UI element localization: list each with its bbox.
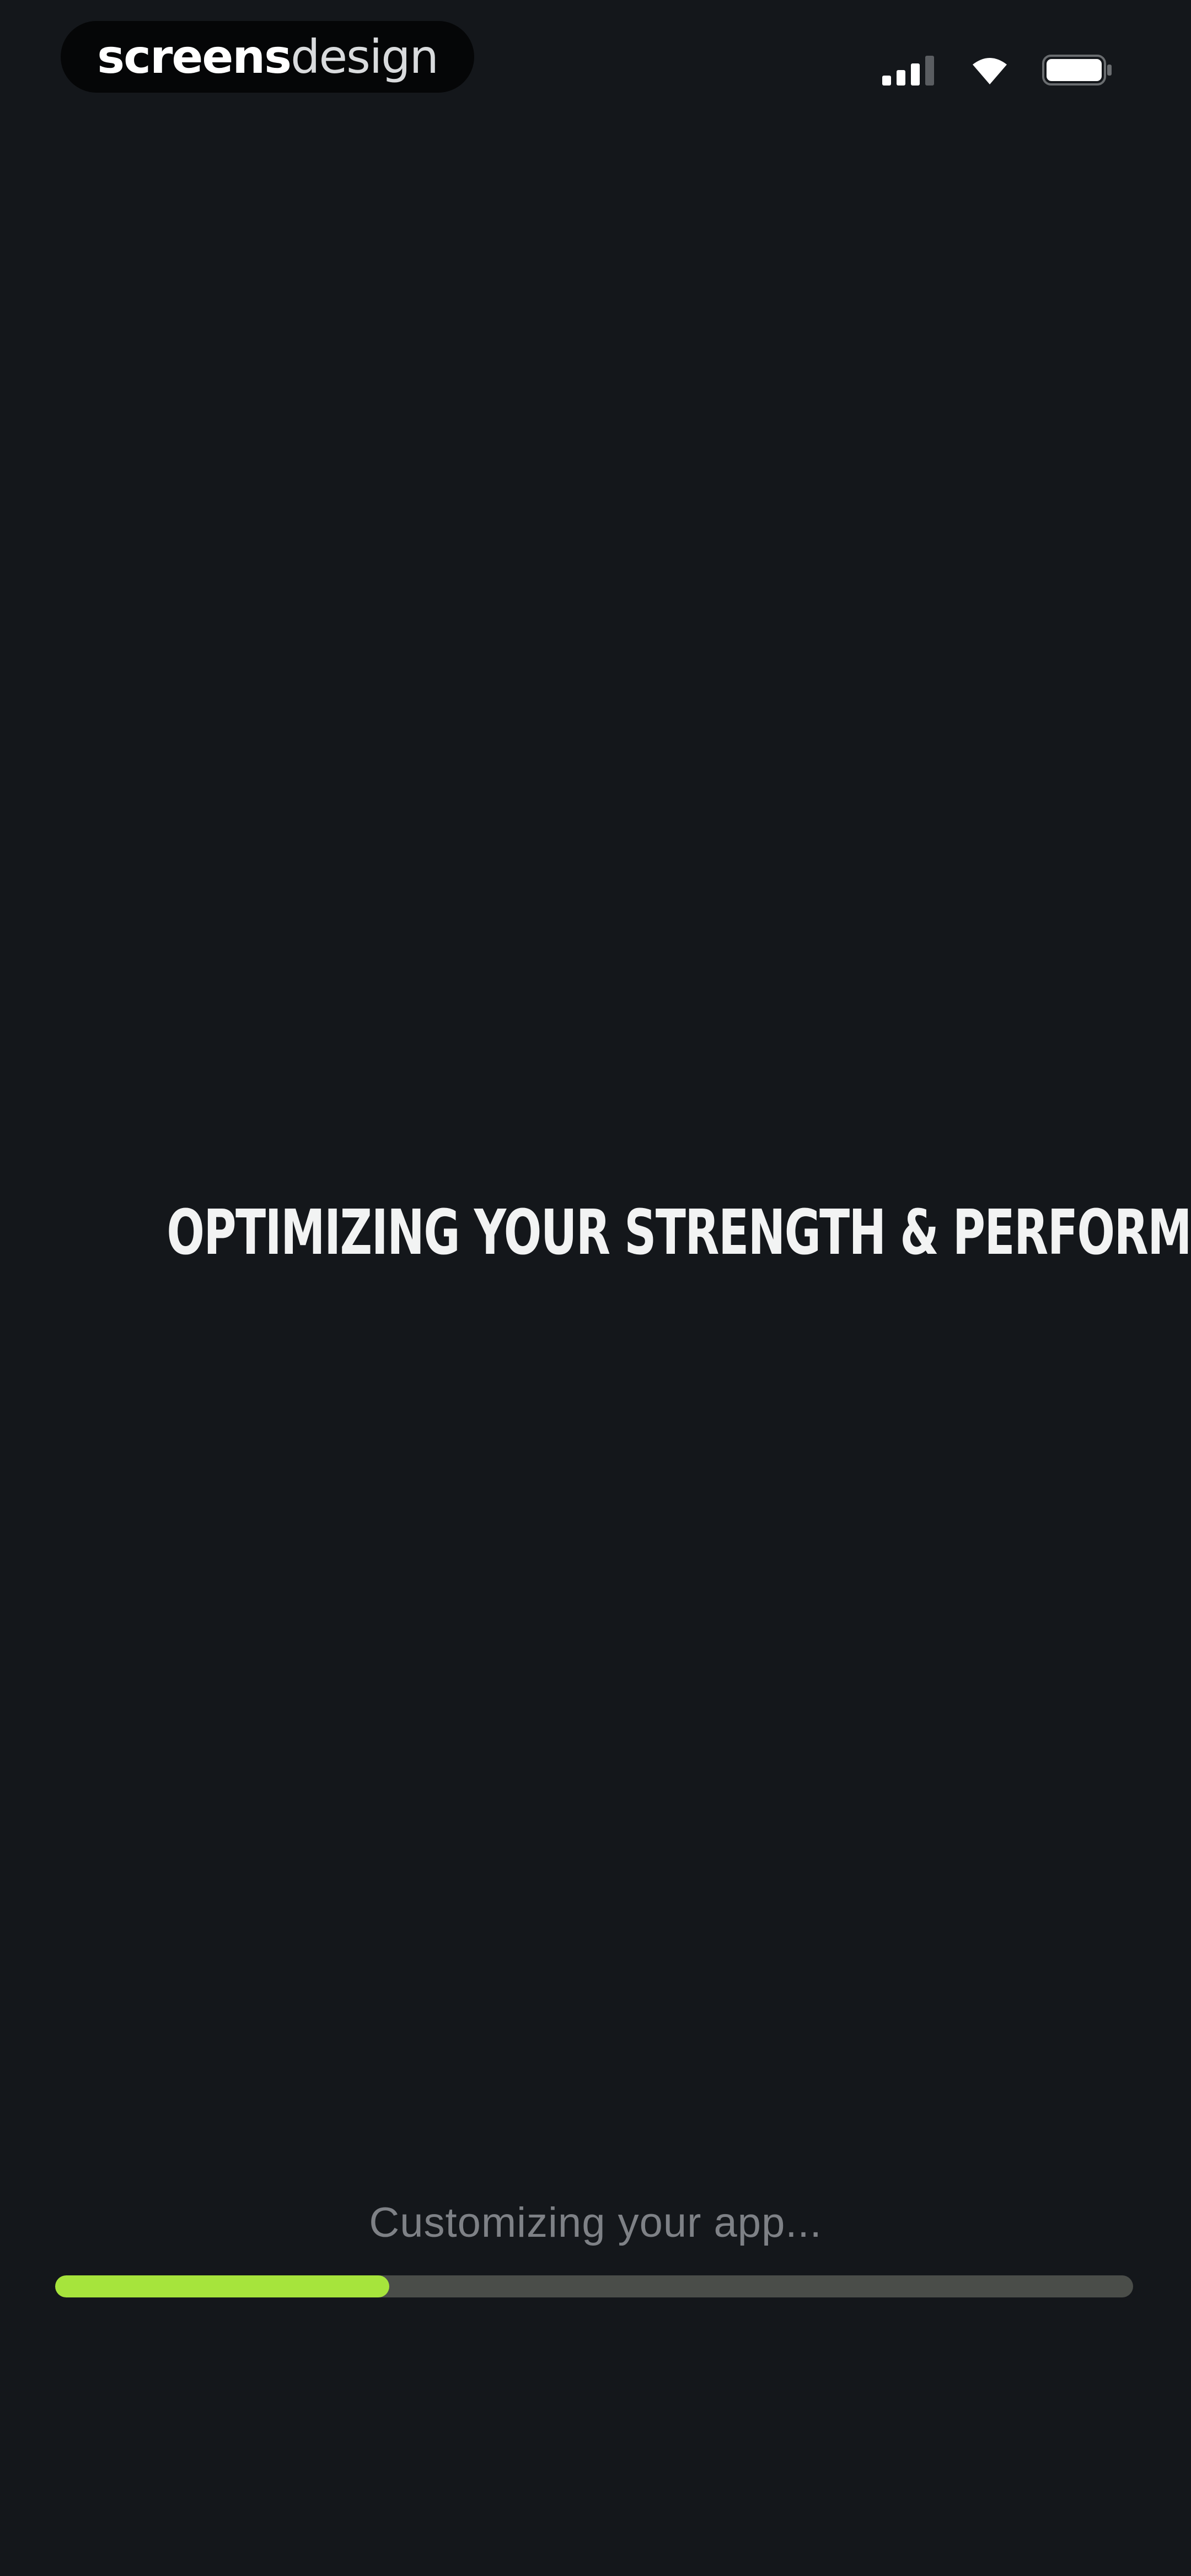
- progress-label: Customizing your app...: [369, 2199, 822, 2246]
- loading-screen: screensdesign OPTIMIZING YOUR STRENGTH &…: [0, 0, 1191, 2576]
- watermark-logo: screensdesign: [97, 34, 439, 80]
- signal-icon: [882, 56, 934, 85]
- battery-icon: [1042, 55, 1112, 85]
- progress-bar: [55, 2275, 1133, 2297]
- screensdesign-watermark: screensdesign: [61, 21, 474, 93]
- watermark-bold: screens: [97, 30, 292, 84]
- watermark-light: design: [291, 30, 439, 84]
- wifi-icon: [973, 58, 1007, 84]
- status-bar: [882, 51, 1114, 89]
- progress-bar-fill: [55, 2275, 390, 2297]
- loading-headline: OPTIMIZING YOUR STRENGTH & PERFORMANCE..…: [167, 1197, 1191, 1269]
